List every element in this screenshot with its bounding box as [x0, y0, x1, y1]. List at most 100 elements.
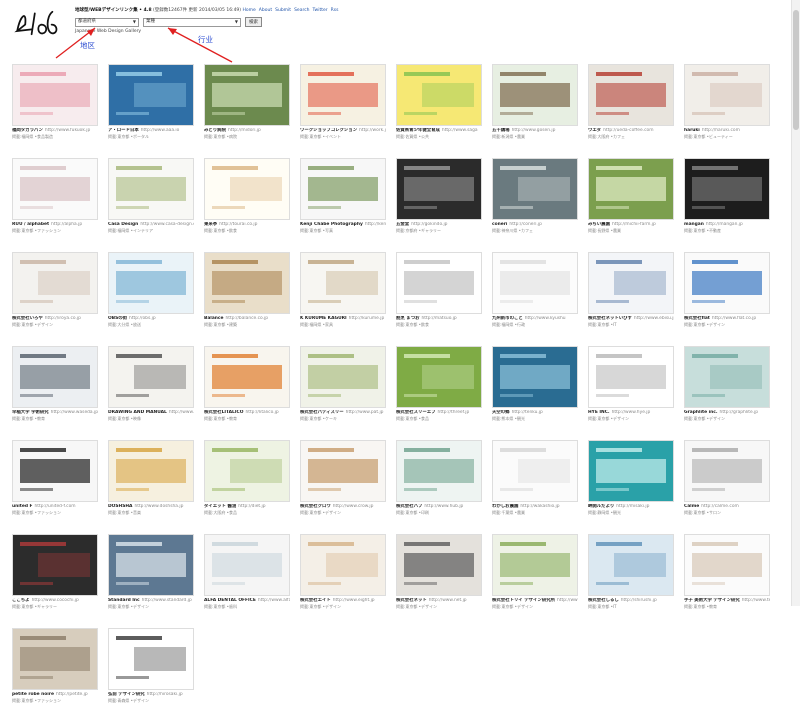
- site-title-link[interactable]: 岬開ルだより: [588, 504, 614, 509]
- site-url[interactable]: http://coneri.jp: [509, 222, 541, 227]
- industry-select[interactable]: 業種 ▼: [143, 17, 241, 27]
- vertical-scrollbar[interactable]: [791, 0, 800, 606]
- site-thumbnail[interactable]: [396, 440, 482, 502]
- site-title-link[interactable]: ワークショップコレクション: [300, 128, 357, 133]
- site-card[interactable]: ア・ロード日本 http://www.aaa.io 掲載:東京都 •ポータル: [108, 64, 194, 152]
- nav-link-search[interactable]: Search: [294, 8, 309, 13]
- site-title-link[interactable]: united F: [12, 504, 33, 509]
- site-url[interactable]: http://www.drawing.jp: [169, 410, 194, 415]
- site-card[interactable]: ALFA DENTAL OFFICE http://www.alfa 掲載:東京都 …: [204, 534, 290, 622]
- site-url[interactable]: http://www.hye.jp: [612, 410, 651, 415]
- site-thumbnail[interactable]: [492, 158, 578, 220]
- site-card[interactable]: 佐賀県青少年健全育成 http://www.saga 掲載:佐賀県 •公共: [396, 64, 482, 152]
- site-thumbnail[interactable]: [588, 158, 674, 220]
- site-card[interactable]: Casa Design http://www.casa-design.co 掲載:福…: [108, 158, 194, 246]
- site-card[interactable]: 株式会社LITALICO http://litalico.jp 掲載:東京都 •教育: [204, 346, 290, 434]
- site-thumbnail[interactable]: [12, 252, 98, 314]
- site-card[interactable]: HYE INC. http://www.hye.jp 掲載:東京都 •デザイン: [588, 346, 674, 434]
- site-url[interactable]: http://misaki.jp: [616, 504, 649, 509]
- site-title-link[interactable]: ここちよ: [12, 598, 30, 603]
- site-card[interactable]: 五千鶏場 http://www.gosen.jp 掲載:新潟県 •農業: [492, 64, 578, 152]
- site-card[interactable]: DOSHSHA http://www.doshsha.jp 掲載:東京都 •音楽: [108, 440, 194, 528]
- site-thumbnail[interactable]: [204, 440, 290, 502]
- site-title-link[interactable]: ウエダ: [588, 128, 601, 133]
- site-card[interactable]: ここちよ http://www.cocochi.jp 掲載:東京都 •ギャラリー: [12, 534, 98, 622]
- site-title-link[interactable]: Graphlite inc.: [684, 410, 718, 415]
- site-thumbnail[interactable]: [204, 252, 290, 314]
- site-card[interactable]: ワークショップコレクション http://work.jp 掲載:東京都 •イベント: [300, 64, 386, 152]
- site-card[interactable]: Standard Inc http://www.standard.jp 掲載:東京都…: [108, 534, 194, 622]
- site-url[interactable]: http://haruki.com: [702, 128, 740, 133]
- site-card[interactable]: K KURUME KAGURI http://kurume.jp 掲載:福岡県 •家…: [300, 252, 386, 340]
- site-url[interactable]: http://www.cocochi.jp: [32, 598, 79, 603]
- site-thumbnail[interactable]: [300, 440, 386, 502]
- site-thumbnail[interactable]: [12, 64, 98, 126]
- site-title-link[interactable]: K KURUME KAGURI: [300, 316, 347, 321]
- site-title-link[interactable]: 五千鶏場: [492, 128, 510, 133]
- site-url[interactable]: http://threef.jp: [438, 410, 470, 415]
- site-title-link[interactable]: 株式会社スリーエフ: [396, 410, 436, 415]
- site-title-link[interactable]: Balance: [204, 316, 223, 321]
- site-url[interactable]: http://united-f.com: [35, 504, 76, 509]
- site-thumbnail[interactable]: [492, 440, 578, 502]
- site-title-link[interactable]: 株式会社パティスリー: [300, 410, 344, 415]
- site-thumbnail[interactable]: [492, 64, 578, 126]
- site-url[interactable]: http://midori.jp: [228, 128, 261, 133]
- site-card[interactable]: 東来亭 http://tourai.co.jp 掲載:東京都 •飲食: [204, 158, 290, 246]
- site-thumbnail[interactable]: [12, 628, 98, 690]
- site-title-link[interactable]: 天空の郷: [492, 410, 510, 415]
- site-url[interactable]: http://alpha.jp: [51, 222, 82, 227]
- site-card[interactable]: ダイエット 醬油 http://diet.jp 掲載:大阪府 •食品: [204, 440, 290, 528]
- site-url[interactable]: http://graphlite.jp: [720, 410, 759, 415]
- site-title-link[interactable]: DOSHSHA: [108, 504, 132, 509]
- nav-link-submit[interactable]: Submit: [275, 8, 291, 13]
- site-thumbnail[interactable]: [684, 64, 770, 126]
- site-url[interactable]: http://wakashio.jp: [520, 504, 559, 509]
- site-thumbnail[interactable]: [300, 252, 386, 314]
- site-thumbnail[interactable]: [300, 158, 386, 220]
- site-url[interactable]: http://www.doshsha.jp: [134, 504, 183, 509]
- site-thumbnail[interactable]: [396, 158, 482, 220]
- site-url[interactable]: http://hirosaki.jp: [147, 692, 183, 697]
- site-title-link[interactable]: 佐賀県青少年健全育成: [396, 128, 440, 133]
- site-thumbnail[interactable]: [492, 252, 578, 314]
- site-url[interactable]: http://www.eight.jp: [333, 598, 375, 603]
- site-url[interactable]: http://gokindo.jp: [411, 222, 447, 227]
- site-card[interactable]: わかしお農園 http://wakashio.jp 掲載:千葉県 •農業: [492, 440, 578, 528]
- site-card[interactable]: coneri http://coneri.jp 掲載:神奈川県 •カフェ: [492, 158, 578, 246]
- site-url[interactable]: http://kenjichabe: [365, 222, 386, 227]
- nav-link-about[interactable]: About: [259, 8, 272, 13]
- site-title-link[interactable]: RUU / alphabet: [12, 222, 49, 227]
- site-title-link[interactable]: 九州新市のこと: [492, 316, 523, 321]
- site-url[interactable]: http://www.torii: [557, 598, 578, 603]
- site-url[interactable]: http://tourai.co.jp: [219, 222, 257, 227]
- site-logo[interactable]: [14, 6, 62, 40]
- site-title-link[interactable]: haruki: [684, 128, 700, 133]
- site-title-link[interactable]: 株式会社エイト: [300, 598, 331, 603]
- site-url[interactable]: http://www.waseda.jp: [51, 410, 98, 415]
- site-title-link[interactable]: みどり病院: [204, 128, 226, 133]
- site-url[interactable]: http://mangan.jp: [706, 222, 743, 227]
- site-card[interactable]: Balance http://balance.co.jp 掲載:東京都 •建築: [204, 252, 290, 340]
- site-card[interactable]: 株式会社flat http://www.flat.co.jp 掲載:東京都 •デザイ…: [684, 252, 770, 340]
- site-title-link[interactable]: mangan: [684, 222, 704, 227]
- site-url[interactable]: http://litalico.jp: [245, 410, 278, 415]
- site-card[interactable]: petite robe noire http://petite.jp 掲載:東京都 …: [12, 628, 98, 716]
- site-url[interactable]: http://balance.co.jp: [225, 316, 268, 321]
- site-thumbnail[interactable]: [300, 534, 386, 596]
- site-title-link[interactable]: 株式会社ネットいびす: [588, 316, 632, 321]
- site-url[interactable]: http://www.flat.co.jp: [712, 316, 756, 321]
- site-card[interactable]: 株式会社いろや http://iroya.co.jp 掲載:東京都 •デザイン: [12, 252, 98, 340]
- site-thumbnail[interactable]: [588, 346, 674, 408]
- site-title-link[interactable]: OBSの街: [108, 316, 127, 321]
- site-card[interactable]: 株式会社エイト http://www.eight.jp 掲載:東京都 •デザイン: [300, 534, 386, 622]
- site-thumbnail[interactable]: [684, 440, 770, 502]
- site-title-link[interactable]: 株式会社flat: [684, 316, 710, 321]
- site-card[interactable]: Kenji Chabe Photographyhttp://kenjichabe…: [300, 158, 386, 246]
- site-card[interactable]: 割烹 まつお http://matsuo.jp 掲載:東京都 •飲食: [396, 252, 482, 340]
- site-thumbnail[interactable]: [492, 346, 578, 408]
- site-thumbnail[interactable]: [492, 534, 578, 596]
- nav-link-twitter[interactable]: Twitter: [313, 8, 328, 13]
- site-card[interactable]: RUU / alphabet http://alpha.jp 掲載:東京都 •ファッ…: [12, 158, 98, 246]
- site-thumbnail[interactable]: [588, 534, 674, 596]
